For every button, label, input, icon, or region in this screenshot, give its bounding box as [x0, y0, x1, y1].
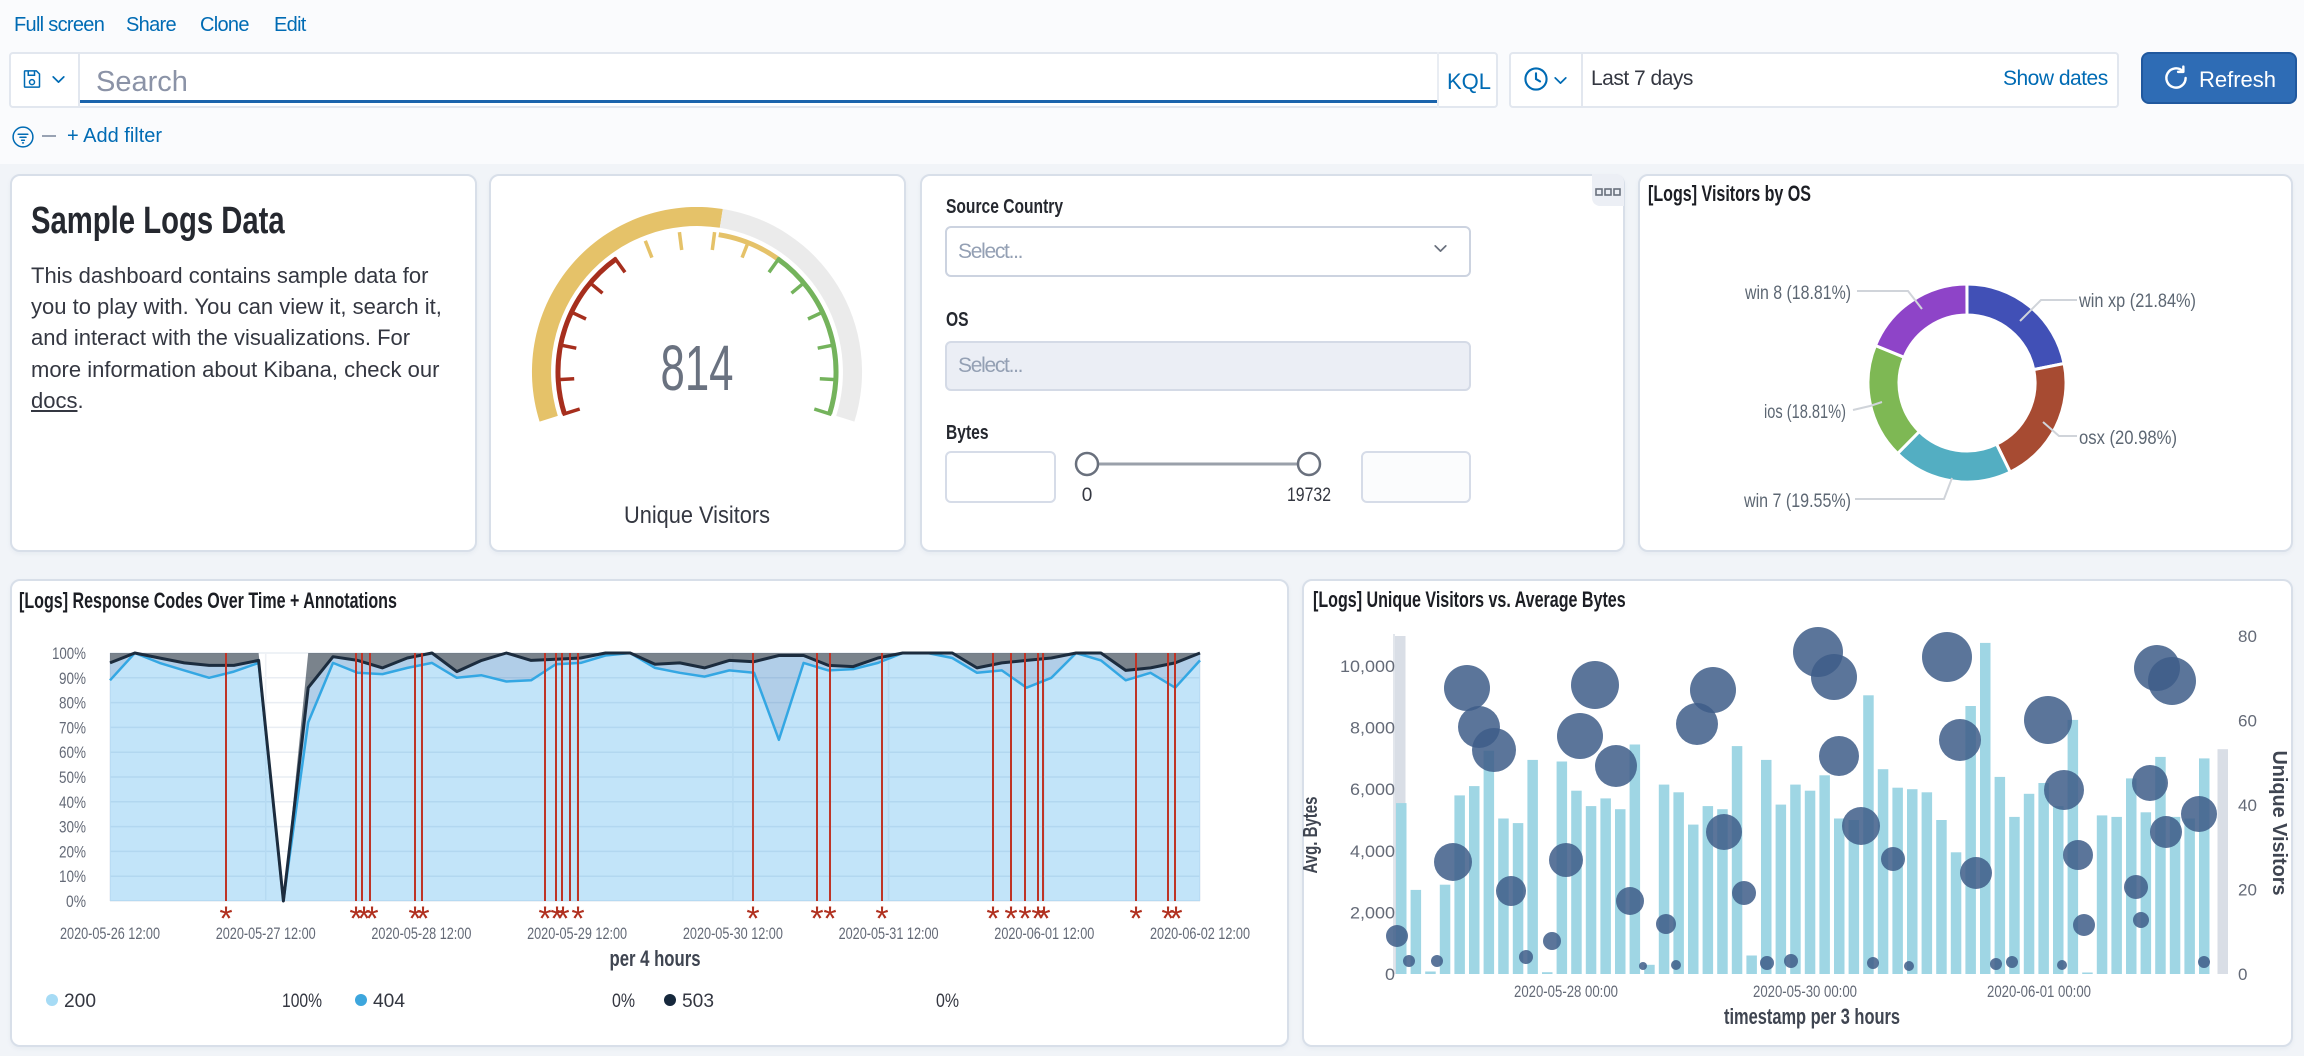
- svg-text:win 7 (19.55%): win 7 (19.55%): [1743, 491, 1851, 512]
- svg-text:2020-05-31 12:00: 2020-05-31 12:00: [839, 924, 939, 943]
- svg-text:0%: 0%: [612, 991, 635, 1012]
- svg-text:*: *: [1129, 900, 1142, 938]
- svg-text:2020-05-30 00:00: 2020-05-30 00:00: [1753, 982, 1857, 1001]
- svg-text:19732: 19732: [1287, 485, 1331, 506]
- svg-text:*: *: [823, 900, 836, 938]
- svg-text:Avg. Bytes: Avg. Bytes: [1302, 797, 1322, 874]
- svg-text:200: 200: [64, 991, 96, 1012]
- svg-text:2020-05-28 00:00: 2020-05-28 00:00: [1514, 982, 1618, 1001]
- svg-text:6,000: 6,000: [1350, 780, 1395, 799]
- svg-text:0: 0: [1385, 965, 1395, 984]
- svg-text:*: *: [810, 900, 823, 938]
- svg-text:4,000: 4,000: [1350, 842, 1395, 861]
- svg-text:10%: 10%: [59, 867, 86, 886]
- svg-text:814: 814: [661, 332, 734, 404]
- svg-text:2,000: 2,000: [1350, 903, 1395, 922]
- svg-text:0%: 0%: [66, 892, 86, 911]
- svg-text:100%: 100%: [52, 644, 86, 663]
- svg-text:2020-05-27 12:00: 2020-05-27 12:00: [216, 924, 316, 943]
- svg-text:2020-06-01 12:00: 2020-06-01 12:00: [994, 924, 1094, 943]
- svg-text:2020-05-30 12:00: 2020-05-30 12:00: [683, 924, 783, 943]
- svg-text:50%: 50%: [59, 768, 86, 787]
- svg-text:2020-05-26 12:00: 2020-05-26 12:00: [60, 924, 160, 943]
- svg-text:90%: 90%: [59, 669, 86, 688]
- svg-text:win 8 (18.81%): win 8 (18.81%): [1744, 283, 1851, 304]
- svg-text:timestamp per 3 hours: timestamp per 3 hours: [1724, 1004, 1900, 1029]
- svg-text:503: 503: [682, 991, 714, 1012]
- svg-text:Unique Visitors: Unique Visitors: [624, 502, 770, 529]
- svg-text:404: 404: [373, 991, 405, 1012]
- svg-text:40: 40: [2238, 796, 2257, 815]
- svg-text:80: 80: [2238, 627, 2257, 646]
- svg-text:70%: 70%: [59, 718, 86, 737]
- svg-text:per 4 hours: per 4 hours: [610, 946, 701, 971]
- svg-text:100%: 100%: [282, 991, 322, 1012]
- svg-text:30%: 30%: [59, 818, 86, 837]
- svg-text:osx (20.98%): osx (20.98%): [2079, 428, 2177, 449]
- svg-text:80%: 80%: [59, 694, 86, 713]
- svg-text:20%: 20%: [59, 842, 86, 861]
- svg-text:2020-05-28 12:00: 2020-05-28 12:00: [371, 924, 471, 943]
- svg-text:40%: 40%: [59, 793, 86, 812]
- svg-text:20: 20: [2238, 881, 2257, 900]
- svg-text:ios (18.81%): ios (18.81%): [1764, 402, 1846, 423]
- svg-text:2020-06-01 00:00: 2020-06-01 00:00: [1987, 982, 2091, 1001]
- svg-text:2020-05-29 12:00: 2020-05-29 12:00: [527, 924, 627, 943]
- svg-text:0: 0: [1082, 485, 1093, 506]
- svg-text:0%: 0%: [936, 991, 959, 1012]
- svg-text:60%: 60%: [59, 743, 86, 762]
- svg-text:2020-06-02 12:00: 2020-06-02 12:00: [1150, 924, 1250, 943]
- svg-text:8,000: 8,000: [1350, 719, 1395, 738]
- svg-text:10,000: 10,000: [1340, 657, 1395, 676]
- svg-text:60: 60: [2238, 712, 2257, 731]
- svg-text:win xp (21.84%): win xp (21.84%): [2078, 291, 2196, 312]
- svg-text:0: 0: [2238, 965, 2247, 984]
- svg-text:Unique Visitors: Unique Visitors: [2268, 751, 2290, 896]
